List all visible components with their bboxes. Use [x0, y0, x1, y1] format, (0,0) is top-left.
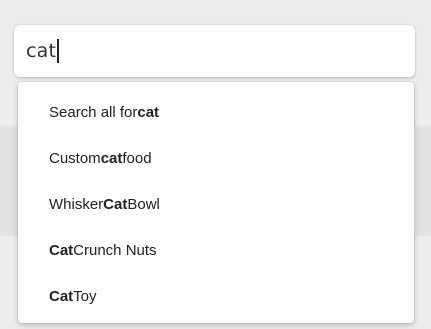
suggestion-text-before: Search all for [49, 103, 138, 121]
suggestion-match: Cat [103, 195, 128, 213]
suggestion-match: cat [137, 103, 160, 121]
suggestion-match: cat [100, 149, 123, 167]
suggestion-cat-crunch-nuts[interactable]: Cat Crunch Nuts [18, 227, 414, 273]
search-input[interactable]: cat [14, 25, 415, 77]
background-panel-left [0, 126, 18, 236]
autocomplete-dropdown: Search all for cat Custom cat food Whisk… [18, 82, 414, 323]
suggestion-text-after: Bowl [127, 195, 160, 213]
suggestion-text-before: Whisker [49, 195, 104, 213]
suggestion-match: Cat [49, 241, 74, 259]
search-input-value: cat [26, 40, 57, 62]
suggestion-text-before: Custom [49, 149, 101, 167]
suggestion-custom-cat-food[interactable]: Custom cat food [18, 135, 414, 181]
suggestion-cat-toy[interactable]: Cat Toy [18, 273, 414, 319]
suggestion-text-after: Toy [73, 287, 97, 305]
text-cursor [57, 39, 59, 63]
suggestion-match: Cat [49, 287, 74, 305]
suggestion-whisker-cat-bowl[interactable]: Whisker Cat Bowl [18, 181, 414, 227]
suggestion-text-after: food [122, 149, 152, 167]
suggestion-text-after: Crunch Nuts [73, 241, 157, 259]
suggestion-search-all[interactable]: Search all for cat [18, 89, 414, 135]
background-panel-right [415, 126, 431, 236]
